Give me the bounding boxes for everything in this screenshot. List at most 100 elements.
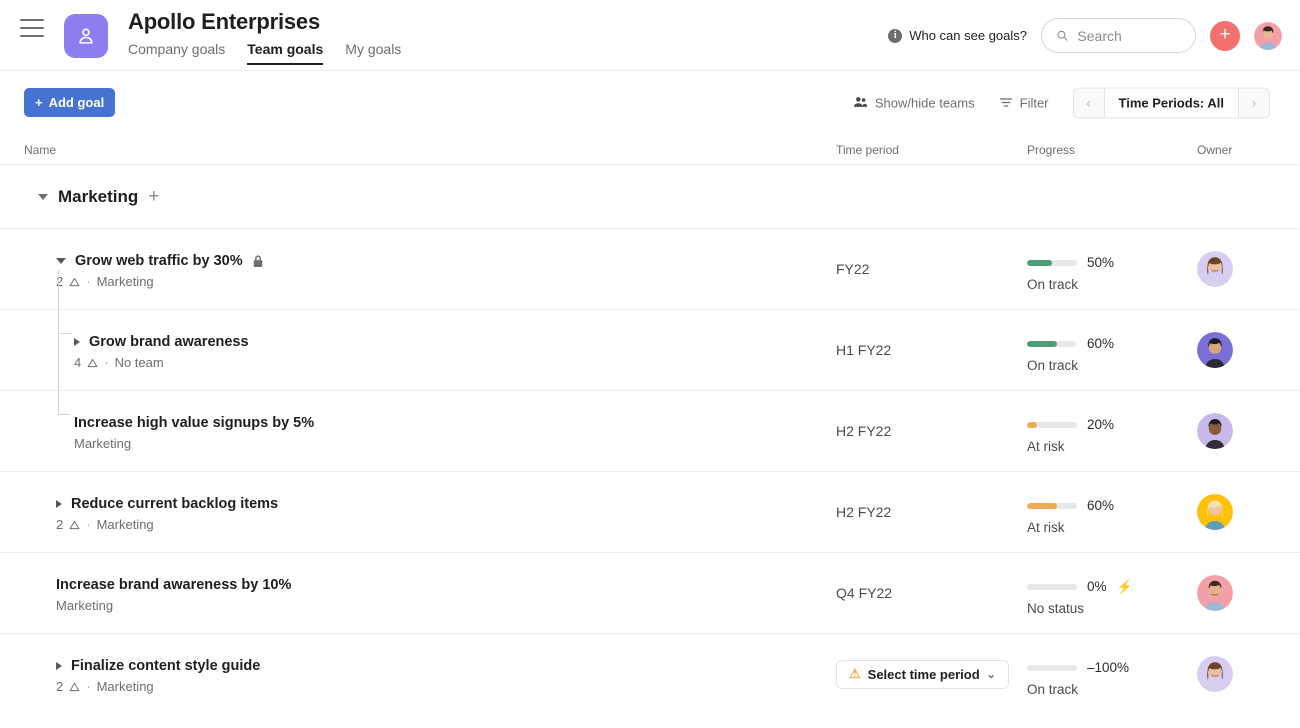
meta-separator: ·: [86, 679, 91, 694]
subgoal-icon: [69, 520, 80, 529]
expand-caret-right-icon[interactable]: [74, 338, 80, 346]
create-button[interactable]: +: [1210, 20, 1240, 51]
expand-caret-right-icon[interactable]: [56, 662, 62, 670]
goal-name-cell: Reduce current backlog items 2 · Marketi…: [0, 472, 820, 552]
goal-title[interactable]: Increase brand awareness by 10%: [56, 577, 291, 593]
filter-button[interactable]: Filter: [999, 95, 1049, 110]
search-icon: [1057, 30, 1068, 41]
avatar[interactable]: [1254, 21, 1282, 50]
time-period-cell: H2 FY22: [836, 391, 891, 471]
table-row[interactable]: Reduce current backlog items 2 · Marketi…: [0, 471, 1300, 552]
previous-period-button[interactable]: ‹: [1073, 88, 1104, 117]
table-row[interactable]: Increase high value signups by 5% Market…: [0, 390, 1300, 471]
info-icon: i: [888, 28, 903, 43]
goal-team-label: Marketing: [74, 436, 132, 451]
goal-name-cell: Increase high value signups by 5% Market…: [0, 391, 820, 471]
column-header-progress: Progress: [1027, 143, 1076, 157]
progress-bar-line: 20%: [1027, 417, 1114, 432]
tree-connector-branch: [58, 333, 72, 334]
goal-time-period: H1 FY22: [836, 342, 892, 358]
tree-connector-branch: [58, 414, 70, 415]
owner-avatar[interactable]: [1197, 332, 1233, 368]
progress-status: On track: [1027, 358, 1079, 373]
goal-time-period: FY22: [836, 261, 870, 277]
table-row[interactable]: Finalize content style guide 2 · Marketi…: [0, 633, 1300, 714]
table-row[interactable]: Grow web traffic by 30% 2 · Marketing FY…: [0, 228, 1300, 309]
owner-avatar[interactable]: [1197, 494, 1233, 530]
meta-separator: ·: [104, 355, 109, 370]
progress-bar-fill: [1027, 340, 1057, 347]
goal-title[interactable]: Grow brand awareness: [89, 334, 249, 350]
goal-title[interactable]: Finalize content style guide: [71, 658, 260, 674]
goal-team-label: Marketing: [56, 598, 114, 613]
meta-separator: ·: [86, 517, 91, 532]
search-input[interactable]: [1077, 27, 1181, 44]
title-block: Apollo Enterprises Company goals Team go…: [128, 8, 401, 65]
header-actions: i Who can see goals? +: [888, 18, 1282, 53]
progress-bar-line: 60%: [1027, 498, 1114, 513]
tab-team-goals[interactable]: Team goals: [247, 40, 324, 65]
tab-company-goals[interactable]: Company goals: [128, 40, 225, 65]
owner-avatar[interactable]: [1197, 575, 1233, 611]
progress-bar-track: [1027, 340, 1077, 347]
subgoal-count: 2: [56, 679, 64, 694]
time-period-cell: H2 FY22: [836, 472, 891, 552]
goal-time-period: H2 FY22: [836, 423, 892, 439]
owner-avatar[interactable]: [1197, 251, 1233, 287]
search-box[interactable]: [1041, 18, 1196, 53]
column-header-time-period: Time period: [836, 143, 899, 157]
goal-title[interactable]: Reduce current backlog items: [71, 496, 278, 512]
goal-time-period: H2 FY22: [836, 504, 892, 520]
goal-name-inner: Finalize content style guide 2 · Marketi…: [56, 658, 260, 694]
progress-bar-track: [1027, 502, 1077, 509]
goal-name-inner: Reduce current backlog items 2 · Marketi…: [56, 496, 278, 532]
expand-caret-right-icon[interactable]: [56, 500, 62, 508]
tab-my-goals[interactable]: My goals: [345, 40, 401, 65]
add-goal-button[interactable]: + Add goal: [24, 88, 116, 117]
show-hide-teams-button[interactable]: Show/hide teams: [853, 95, 975, 110]
progress-status: At risk: [1027, 520, 1065, 535]
progress-bar-line: –100%: [1027, 660, 1129, 675]
page-title: Apollo Enterprises: [128, 9, 320, 34]
collapse-group-caret-icon[interactable]: [38, 193, 48, 200]
plus-icon: +: [35, 95, 43, 110]
team-group-name[interactable]: Marketing: [58, 187, 138, 207]
progress-cell: 50% On track: [1027, 255, 1114, 292]
goal-name-cell: Increase brand awareness by 10% Marketin…: [0, 553, 820, 633]
add-goal-to-group-icon[interactable]: +: [148, 187, 159, 206]
time-period-cell: H1 FY22: [836, 310, 891, 390]
progress-bar-track: [1027, 583, 1077, 590]
table-row[interactable]: Grow brand awareness 4 · No team H1 FY22…: [0, 309, 1300, 390]
time-periods-label[interactable]: Time Periods: All: [1103, 88, 1239, 117]
people-icon: [853, 97, 867, 107]
progress-cell: –100% On track: [1027, 660, 1129, 697]
who-can-see-goals-link[interactable]: i Who can see goals?: [888, 28, 1027, 43]
goal-metadata: 2 · Marketing: [56, 679, 260, 694]
goal-metadata: 2 · Marketing: [56, 517, 278, 532]
goal-metadata: 2 · Marketing: [56, 274, 264, 289]
filter-icon: [999, 98, 1012, 107]
select-time-period-dropdown[interactable]: ⚠ Select time period ⌄: [836, 659, 1009, 689]
chevron-down-icon: ⌄: [986, 668, 996, 681]
owner-avatar[interactable]: [1197, 413, 1233, 449]
owner-cell: [1197, 391, 1233, 471]
owner-avatar[interactable]: [1197, 656, 1233, 692]
next-period-button[interactable]: ›: [1239, 88, 1269, 117]
table-row[interactable]: Increase brand awareness by 10% Marketin…: [0, 552, 1300, 633]
goal-title-line: Grow brand awareness: [74, 334, 249, 350]
hamburger-menu-icon[interactable]: [20, 19, 44, 37]
goal-name-cell: Finalize content style guide 2 · Marketi…: [0, 634, 820, 714]
goals-table-body: Grow web traffic by 30% 2 · Marketing FY…: [0, 228, 1300, 714]
goal-title-line: Grow web traffic by 30%: [56, 253, 264, 269]
expand-caret-down-icon[interactable]: [56, 258, 66, 264]
time-period-cell: Q4 FY22: [836, 553, 892, 633]
warning-icon: ⚠: [849, 666, 861, 681]
progress-status: On track: [1027, 277, 1079, 292]
subgoal-icon: [87, 358, 98, 367]
subgoal-count: 2: [56, 517, 64, 532]
goal-title[interactable]: Increase high value signups by 5%: [74, 415, 314, 431]
goal-title[interactable]: Grow web traffic by 30%: [75, 253, 243, 269]
goal-tabs: Company goals Team goals My goals: [128, 40, 401, 65]
show-hide-teams-label: Show/hide teams: [874, 95, 975, 110]
filter-label: Filter: [1019, 95, 1049, 110]
